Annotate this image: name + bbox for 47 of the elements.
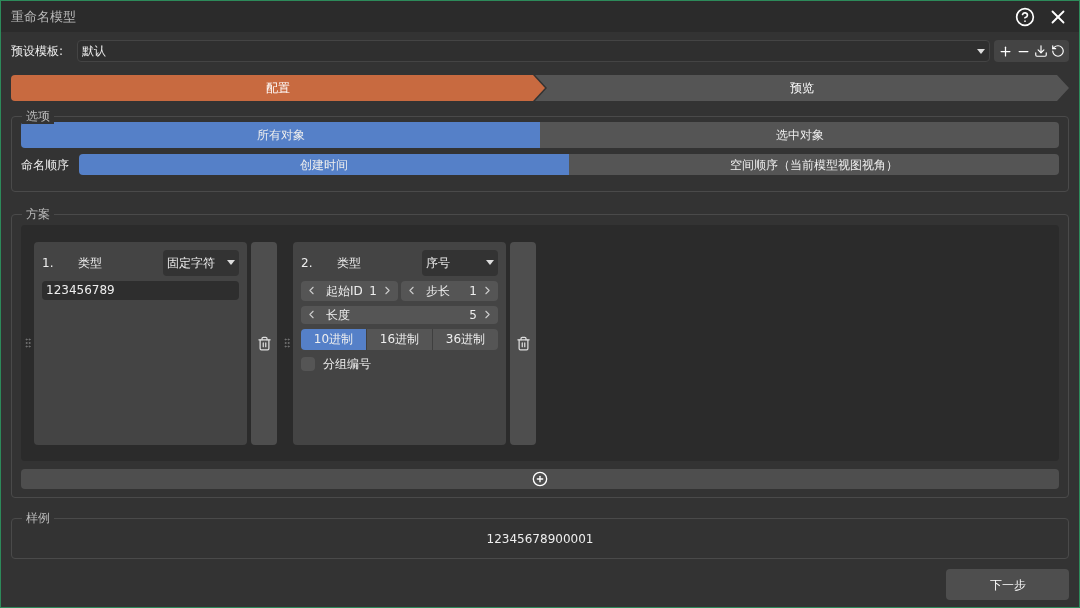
download-icon[interactable] (1034, 44, 1048, 58)
group-title: 方案 (22, 206, 54, 222)
sample-value: 12345678900001 (486, 530, 594, 548)
type-label: 类型 (78, 254, 102, 272)
number-stepper[interactable]: 步长 1 (401, 280, 498, 301)
undo-icon[interactable] (1051, 44, 1065, 58)
window-title: 重命名模型 (11, 7, 76, 26)
stepper-label: 起始ID (326, 282, 363, 300)
preset-dropdown[interactable]: 默认 (77, 40, 990, 62)
rule-index: 2. (301, 254, 314, 272)
stepper-label: 长度 (326, 306, 350, 324)
stepper-value: 5 (469, 306, 477, 324)
order-label: 命名顺序 (21, 156, 70, 174)
drag-handle-icon[interactable] (281, 337, 293, 349)
number-stepper[interactable]: 起始ID 1 (301, 280, 398, 301)
step-tab[interactable]: 预览 (535, 75, 1069, 101)
type-dropdown[interactable]: 序号 (422, 249, 498, 276)
caret-icon (227, 260, 235, 265)
drag-handle-icon[interactable] (22, 337, 34, 349)
scope-toggle[interactable]: 选中对象 (540, 122, 1059, 148)
order-toggle[interactable]: 空间顺序（当前模型视图视角） (569, 154, 1059, 175)
base-toggle[interactable]: 36进制 (432, 328, 498, 350)
number-stepper[interactable]: 长度 5 (301, 305, 498, 324)
order-toggle[interactable]: 创建时间 (79, 154, 569, 175)
preset-label: 预设模板: (11, 43, 65, 60)
stepper-label: 步长 (426, 282, 450, 300)
text-field[interactable]: 123456789 (42, 280, 239, 300)
base-toggle[interactable]: 16进制 (366, 328, 432, 350)
scope-toggle[interactable]: 所有对象 (21, 122, 540, 148)
step-tab[interactable]: 配置 (11, 75, 545, 101)
caret-icon (486, 260, 494, 265)
type-label: 类型 (337, 254, 361, 272)
help-icon[interactable] (1015, 6, 1035, 27)
next-button[interactable]: 下一步 (946, 569, 1069, 600)
checkbox-label: 分组编号 (323, 355, 371, 373)
caret-icon (977, 48, 985, 54)
base-toggle[interactable]: 10进制 (301, 328, 366, 350)
stepper-value: 1 (469, 282, 477, 300)
trash-icon (515, 335, 531, 351)
stepper-value: 1 (369, 282, 377, 300)
type-dropdown[interactable]: 固定字符 (163, 249, 239, 276)
group-title: 选项 (22, 108, 54, 124)
add-icon[interactable] (998, 43, 1013, 59)
trash-icon (256, 335, 272, 351)
rule-index: 1. (42, 254, 55, 272)
add-circle-icon (532, 471, 548, 487)
group-title: 样例 (22, 510, 54, 526)
